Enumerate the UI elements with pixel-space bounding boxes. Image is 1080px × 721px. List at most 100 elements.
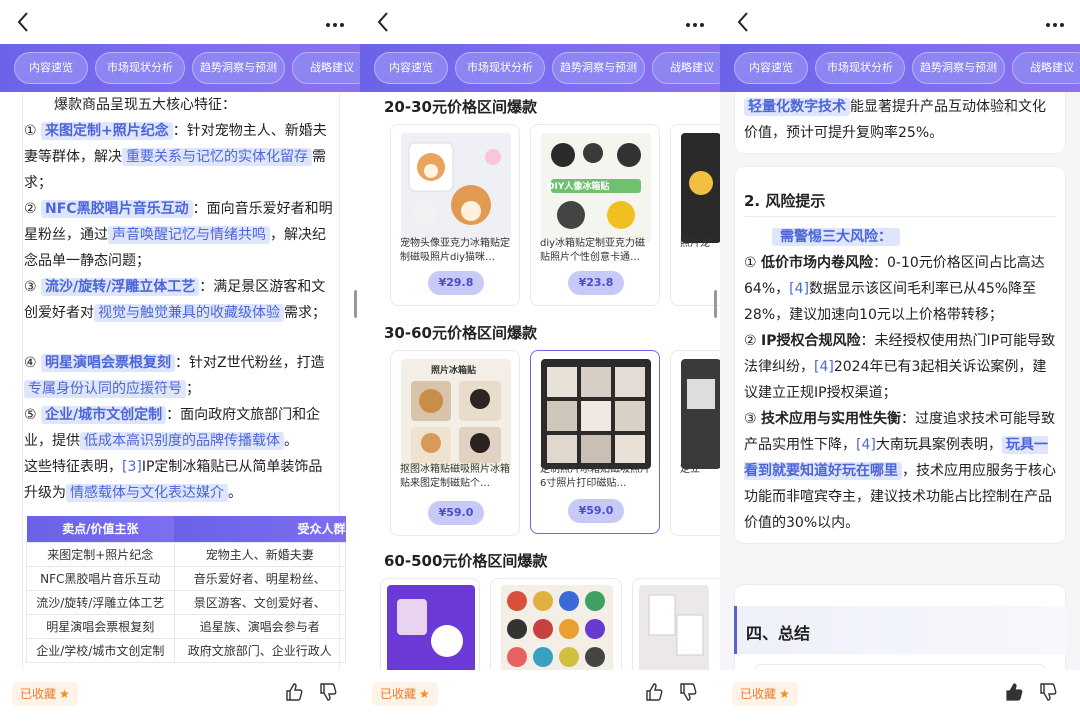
favorited-badge[interactable]: 已收藏 ★: [12, 682, 78, 706]
price-button[interactable]: ¥23.8: [568, 271, 624, 295]
content-area: 轻量化数字技术 能显著提升产品互动体验和文化价值，预计可提升复购率25%。 2. …: [720, 92, 1080, 670]
scrollbar[interactable]: [354, 290, 357, 318]
product-title: 宠物头像亚克力冰箱贴定制磁吸照片diy猫咪…: [400, 238, 510, 263]
product-card[interactable]: 宠物头像亚克力冰箱贴定制磁吸照片diy猫咪… ¥29.8: [390, 124, 520, 306]
image-caption: DIY人像冰箱贴: [547, 182, 610, 192]
product-image: [681, 133, 720, 243]
product-card[interactable]: [490, 578, 622, 670]
citation-link[interactable]: [4]: [789, 281, 809, 297]
more-options-icon[interactable]: [323, 20, 344, 27]
thumbs-down-icon[interactable]: [318, 682, 338, 702]
feature-item-1: ① 来图定制+照片纪念 ：针对宠物主人、新婚夫妻等群体，解决 重要关系与记忆的实体化…: [24, 122, 327, 191]
product-card-partial[interactable]: 照片宠: [670, 124, 720, 306]
price-button[interactable]: ¥29.8: [428, 271, 484, 295]
star-icon: ★: [779, 687, 790, 701]
content-area: 爆款商品呈现五大核心特征： ① 来图定制+照片纪念 ：针对宠物主人、新婚夫妻等群体…: [0, 92, 360, 670]
panel-risks: 内容速览 市场现状分析 趋势洞察与预测 战略建议 轻量化数字技术 能显著提升产品互…: [720, 0, 1080, 721]
section-tab-bar: 内容速览 市场现状分析 趋势洞察与预测 战略建议: [720, 44, 1080, 92]
table-row: 企业/学校/城市文创定制 政府文旅部门、企业行政人: [26, 637, 347, 663]
product-card[interactable]: [380, 578, 480, 670]
tab-market-analysis[interactable]: 市场现状分析: [815, 52, 905, 84]
thumbs-up-icon[interactable]: [284, 682, 304, 702]
tab-market-analysis[interactable]: 市场现状分析: [95, 52, 185, 84]
tab-market-analysis[interactable]: 市场现状分析: [455, 52, 545, 84]
bottom-bar: 已收藏 ★: [720, 672, 1080, 721]
product-title: diy冰箱贴定制亚克力磁贴照片个性创意卡通…: [540, 238, 646, 263]
top-bar: [0, 0, 360, 44]
product-card[interactable]: 照片冰箱贴 抠图冰箱贴磁吸照片冰箱贴来图定制磁贴个… ¥59.0: [390, 350, 520, 536]
table-row: 流沙/旋转/浮雕立体工艺 景区游客、文创爱好者、: [26, 589, 347, 615]
section-title: 60-500元价格区间爆款: [384, 552, 548, 570]
tech-text: 轻量化数字技术 能显著提升产品互动体验和文化价值，预计可提升复购率25%。: [744, 98, 1046, 141]
back-arrow-icon[interactable]: [734, 10, 754, 34]
content-area: 20-30元价格区间爆款 宠物头像亚克力冰箱贴定制磁吸照片diy猫咪… ¥29.…: [360, 92, 720, 670]
risk-item-3: ③ 技术应用与实用性失衡：过度追求技术可能导致产品实用性下降，[4]大南玩具案例…: [744, 411, 1056, 531]
tab-overview[interactable]: 内容速览: [374, 52, 448, 84]
tab-trend-insight[interactable]: 趋势洞察与预测: [552, 52, 645, 84]
table-row: 明星演唱会票根复刻 追星族、演唱会参与者: [26, 613, 347, 639]
thumbs-up-icon[interactable]: [644, 682, 664, 702]
bottom-bar: 已收藏 ★: [360, 672, 720, 721]
feature-item-4: ④ 明星演唱会票根复刻 ：针对Z世代粉丝，打造专属身份认同的应援符号；: [24, 354, 325, 398]
product-title: 定制照片冰箱贴磁吸照片6寸照片打印磁贴…: [540, 464, 650, 489]
product-image: DIY人像冰箱贴: [541, 133, 651, 243]
thumbs-up-icon-filled[interactable]: [1004, 682, 1024, 702]
product-image: [501, 585, 613, 670]
tab-strategy[interactable]: 战略建议: [652, 52, 720, 84]
product-title: 抠图冰箱贴磁吸照片冰箱贴来图定制磁贴个…: [400, 464, 510, 489]
price-button[interactable]: ¥59.0: [568, 499, 624, 523]
more-options-icon[interactable]: [1043, 20, 1064, 27]
citation-link[interactable]: [4]: [856, 437, 876, 453]
thumbs-down-icon[interactable]: [678, 682, 698, 702]
tab-overview[interactable]: 内容速览: [14, 52, 88, 84]
product-image: 照片冰箱贴: [401, 359, 511, 469]
risk-intro: 需警惕三大风险：: [772, 224, 1080, 250]
product-image: [639, 585, 709, 670]
favorited-badge[interactable]: 已收藏 ★: [372, 682, 438, 706]
feature-audience-table: 卖点/价值主张 受众人群 来图定制+照片纪念 宠物主人、新婚夫妻 NFC黑胶唱片音…: [26, 516, 347, 663]
table-header: 受众人群: [174, 516, 346, 542]
product-card-partial[interactable]: 定立: [670, 350, 720, 536]
risk-item-1: ① 低价市场内卷风险：0-10元价格区间占比高达64%，[4]数据显示该区间毛利…: [744, 255, 1045, 323]
citation-link[interactable]: [4]: [814, 359, 834, 375]
favorited-badge[interactable]: 已收藏 ★: [732, 682, 798, 706]
back-arrow-icon[interactable]: [14, 10, 34, 34]
section-title: 30-60元价格区间爆款: [384, 324, 537, 342]
price-button[interactable]: ¥59.0: [428, 501, 484, 525]
risk-item-2: ② IP授权合规风险：未经授权使用热门IP可能导致法律纠纷，[4]2024年已有…: [744, 333, 1056, 401]
feature-item-2: ② NFC黑胶唱片音乐互动 ：面向音乐爱好者和明星粉丝，通过 声音唤醒记忆与情绪共鸣…: [24, 200, 333, 269]
back-arrow-icon[interactable]: [374, 10, 394, 34]
section-tab-bar: 内容速览 市场现状分析 趋势洞察与预测 战略建议: [360, 44, 720, 92]
summary-title: 四、总结: [746, 624, 811, 643]
section-title: 20-30元价格区间爆款: [384, 98, 537, 116]
tab-overview[interactable]: 内容速览: [734, 52, 808, 84]
tab-trend-insight[interactable]: 趋势洞察与预测: [192, 52, 285, 84]
risk-title: 2. 风险提示: [744, 192, 826, 210]
scrollbar[interactable]: [714, 290, 717, 318]
product-card-partial[interactable]: [632, 578, 720, 670]
product-image: [681, 359, 720, 469]
product-card[interactable]: DIY人像冰箱贴 diy冰箱贴定制亚克力磁贴照片个性创意卡通… ¥23.8: [530, 124, 660, 306]
bottom-bar: 已收藏 ★: [0, 672, 360, 721]
thumbs-down-icon[interactable]: [1038, 682, 1058, 702]
product-image: [387, 585, 475, 670]
feature-item-3: ③ 流沙/旋转/浮雕立体工艺 ：满足景区游客和文创爱好者对 视觉与触觉兼具的收藏级体…: [24, 278, 326, 322]
tab-strategy[interactable]: 战略建议: [1012, 52, 1080, 84]
panel-features: 内容速览 市场现状分析 趋势洞察与预测 战略建议 爆款商品呈现五大核心特征： ①…: [0, 0, 360, 721]
product-image: [401, 133, 511, 243]
table-header: 卖点/价值主张: [26, 516, 175, 542]
product-card-selected[interactable]: 定制照片冰箱贴磁吸照片6寸照片打印磁贴… ¥59.0: [530, 350, 660, 534]
tab-strategy[interactable]: 战略建议: [292, 52, 360, 84]
section-tab-bar: 内容速览 市场现状分析 趋势洞察与预测 战略建议: [0, 44, 360, 92]
feature-item-5: ⑤ 企业/城市文创定制 ：面向政府文旅部门和企业，提供 低成本高识别度的品牌传播载体…: [24, 406, 321, 450]
panel-bestsellers: 内容速览 市场现状分析 趋势洞察与预测 战略建议 20-30元价格区间爆款 宠物…: [360, 0, 720, 721]
table-row: 来图定制+照片纪念 宠物主人、新婚夫妻: [26, 541, 347, 567]
intro-text: 爆款商品呈现五大核心特征：: [54, 97, 236, 113]
summary-text: 这些特征表明，[3]IP定制冰箱贴已从简单装饰品升级为 情感载体与文化表达媒介。: [24, 459, 323, 502]
star-icon: ★: [59, 687, 70, 701]
tab-trend-insight[interactable]: 趋势洞察与预测: [912, 52, 1005, 84]
top-bar: [720, 0, 1080, 44]
citation-link[interactable]: [3]: [122, 459, 142, 475]
more-options-icon[interactable]: [683, 20, 704, 27]
product-image: [541, 359, 651, 469]
